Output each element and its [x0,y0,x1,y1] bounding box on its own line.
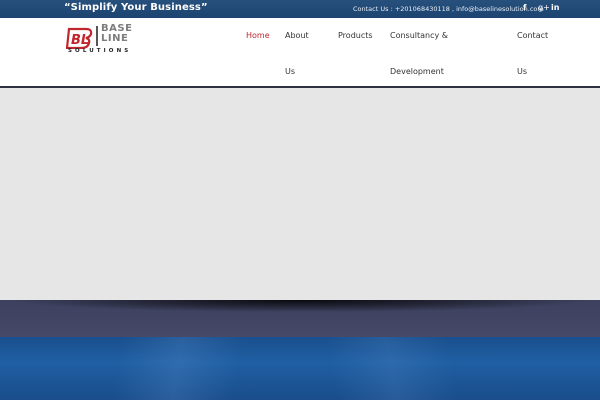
tagline: “Simplify Your Business” [64,2,208,13]
site-logo[interactable]: BL BASE LINE SOLUTIONS [66,23,152,55]
hero-slider[interactable] [0,88,600,300]
logo-separator [96,26,98,46]
nav-contact-line2[interactable]: Us [517,67,527,76]
nav-consultancy-line2[interactable]: Development [390,67,444,76]
nav-about-line2[interactable]: Us [285,67,295,76]
site-header: BL BASE LINE SOLUTIONS Home About Us Pro… [0,18,600,86]
contact-info[interactable]: Contact Us : +201068430118 , info@baseli… [353,5,544,13]
nav-consultancy[interactable]: Consultancy & [390,31,448,40]
nav-about[interactable]: About [285,31,309,40]
linkedin-icon[interactable]: in [551,3,559,12]
facebook-icon[interactable]: f [523,3,526,12]
logo-text-solutions: SOLUTIONS [68,48,132,54]
nav-products[interactable]: Products [338,31,373,40]
logo-text-line: LINE [101,33,129,44]
google-plus-icon[interactable]: g+ [538,3,550,12]
nav-home[interactable]: Home [246,31,270,40]
slider-shadow [20,300,580,312]
logo-mark-icon: BL [66,27,93,49]
blue-hero-section [0,337,600,400]
nav-contact[interactable]: Contact [517,31,548,40]
top-bar: “Simplify Your Business” Contact Us : +2… [0,0,600,18]
svg-text:BL: BL [71,33,89,48]
